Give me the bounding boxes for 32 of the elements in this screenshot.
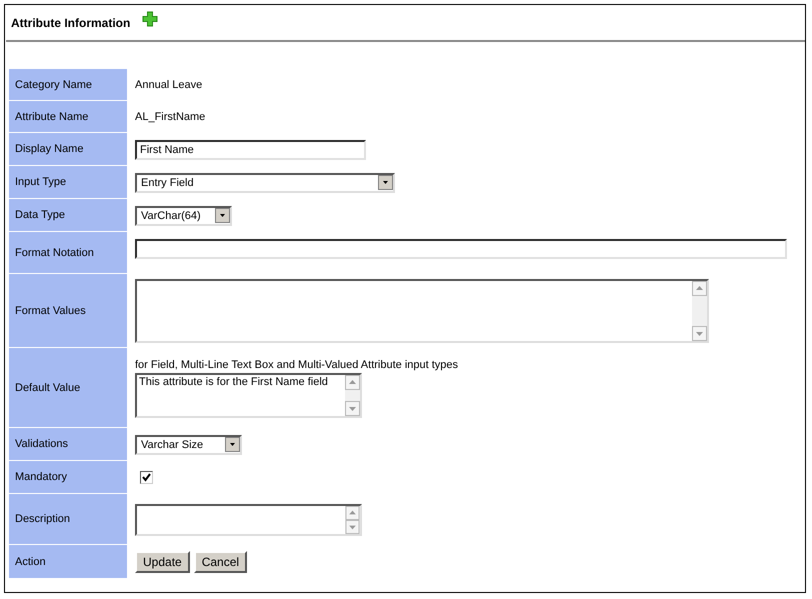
checkbox[interactable]: [140, 471, 153, 484]
scroll-down-icon[interactable]: [692, 326, 707, 341]
field-label: Data Type: [9, 199, 127, 232]
scroll-up-icon[interactable]: [345, 506, 360, 520]
field-label: Default Value: [9, 348, 127, 428]
text-area[interactable]: [135, 504, 362, 536]
form-button[interactable]: Update: [135, 551, 190, 573]
field-label: Input Type: [9, 166, 127, 199]
form-button[interactable]: Cancel: [194, 551, 248, 573]
text-area[interactable]: [135, 279, 709, 343]
field-label: Display Name: [9, 133, 127, 166]
field-label: Description: [9, 494, 127, 545]
dropdown[interactable]: Varchar Size: [135, 434, 242, 454]
scroll-up-icon[interactable]: [345, 374, 360, 390]
field-label: Attribute Name: [9, 101, 127, 133]
add-icon[interactable]: [142, 10, 158, 26]
field-label: Mandatory: [9, 461, 127, 494]
field-value: AL_FirstName: [135, 111, 206, 123]
text-field[interactable]: First Name: [135, 140, 366, 160]
section-title: Attribute Information: [11, 16, 130, 30]
text-field[interactable]: [135, 239, 787, 259]
field-label: Action: [9, 545, 127, 579]
dropdown[interactable]: Entry Field: [135, 172, 395, 192]
hint-text: for Field, Multi-Line Text Box and Multi-Valued Attribute input types: [135, 358, 458, 370]
scroll-down-icon[interactable]: [345, 400, 360, 416]
field-value: Annual Leave: [135, 79, 202, 91]
field-label: Validations: [9, 428, 127, 461]
field-label: Format Notation: [9, 232, 127, 274]
text-area[interactable]: This attribute is for the First Name field: [135, 372, 362, 418]
dropdown[interactable]: VarChar(64): [135, 206, 232, 226]
field-label: Format Values: [9, 274, 127, 348]
field-label: Category Name: [9, 69, 127, 101]
